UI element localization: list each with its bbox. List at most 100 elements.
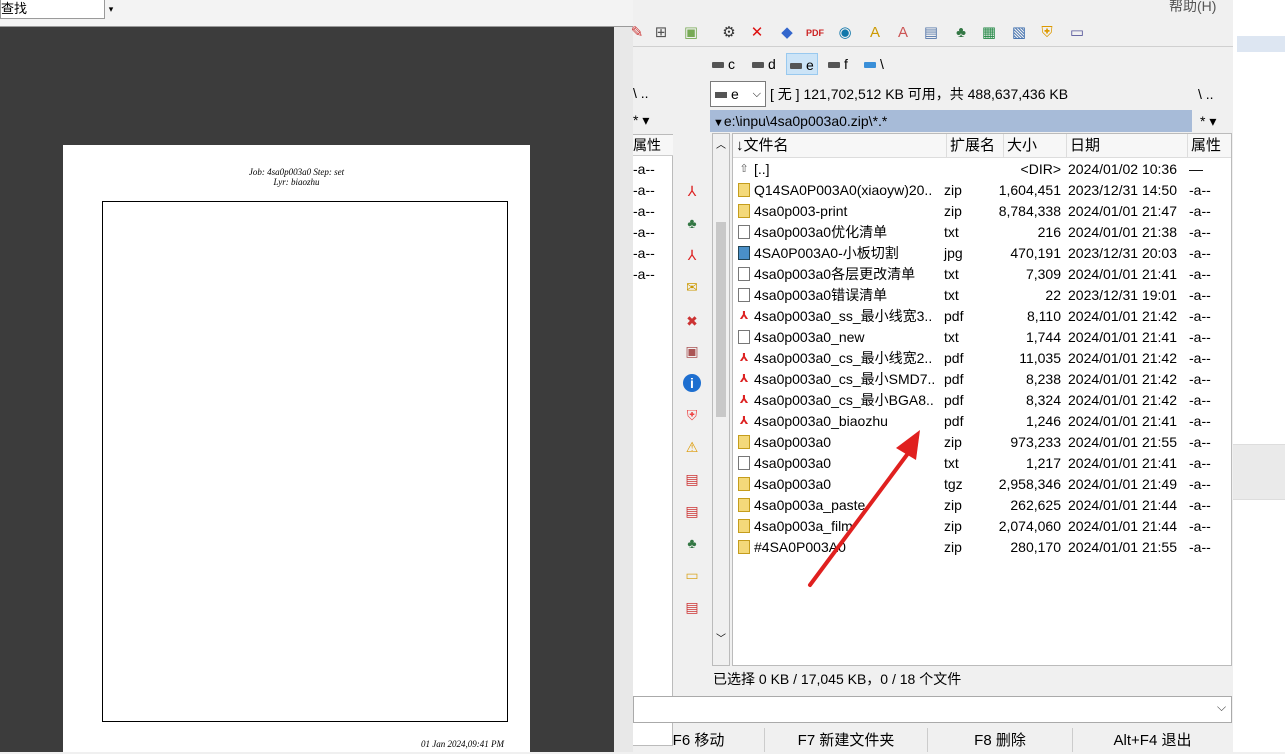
image-icon[interactable]: ✉ bbox=[683, 278, 701, 296]
delete-icon[interactable]: ✖ bbox=[683, 312, 701, 330]
print-icon[interactable]: ▤ bbox=[921, 23, 941, 43]
table-row[interactable]: 4sa0p003-print zip 8,784,338 2024/01/01 21:… bbox=[733, 201, 1231, 222]
list-item[interactable]: -a-- bbox=[633, 159, 673, 180]
file-size: 470,191 bbox=[1010, 245, 1061, 261]
column-header-ext[interactable]: 扩展名 bbox=[947, 134, 1004, 158]
table-row[interactable]: 4SA0P003A0-小板切割 jpg 470,191 2023/12/31 20:0… bbox=[733, 243, 1231, 264]
table-row[interactable]: ⅄ 4sa0p003a0_cs_最小BGA8.. pdf 8,324 2024/01/0… bbox=[733, 390, 1231, 411]
file-size: 2,958,346 bbox=[998, 476, 1061, 492]
list-item[interactable]: -a-- bbox=[633, 243, 673, 264]
find-input[interactable]: 查找 bbox=[0, 0, 105, 19]
drive-button-d[interactable]: d bbox=[749, 53, 779, 75]
file-ext: txt bbox=[944, 455, 959, 471]
root-parent-nav[interactable]: \ .. bbox=[1198, 81, 1214, 107]
alt-f4-exit-button[interactable]: Alt+F4 退出 bbox=[1073, 728, 1232, 752]
file-date: 2023/12/31 14:50 bbox=[1068, 182, 1177, 198]
text-icon[interactable]: A bbox=[893, 23, 913, 43]
shield-icon[interactable]: ⛨ bbox=[1037, 23, 1057, 43]
list-item[interactable]: -a-- bbox=[633, 264, 673, 285]
list-item[interactable]: -a-- bbox=[633, 201, 673, 222]
drive-button-e[interactable]: e bbox=[786, 53, 818, 75]
edit-icon[interactable]: ✎ bbox=[627, 23, 647, 43]
table-row[interactable]: ⅄ 4sa0p003a0_cs_最小线宽2.. pdf 11,035 2024/01/0… bbox=[733, 348, 1231, 369]
f7-new-folder-button[interactable]: F7 新建文件夹 bbox=[765, 728, 928, 752]
page-header-layer: Lyr: biaozhu bbox=[273, 177, 320, 187]
table-row[interactable]: ⅄ 4sa0p003a0_cs_最小SMD7.. pdf 8,238 2024/01/0… bbox=[733, 369, 1231, 390]
drive-button-c[interactable]: c bbox=[709, 53, 738, 75]
viewer-scrollbar[interactable] bbox=[614, 27, 633, 752]
column-header-attr[interactable]: 属性 bbox=[633, 135, 673, 156]
window-icon[interactable]: ▭ bbox=[1067, 23, 1087, 43]
menu-help[interactable]: 帮助(H) bbox=[1169, 0, 1216, 16]
network-icon[interactable]: ♣ bbox=[951, 23, 971, 43]
pdf-icon[interactable]: ⅄ bbox=[683, 246, 701, 264]
arrow-shaft bbox=[808, 446, 914, 587]
table-row[interactable]: 4sa0p003a0各层更改清单 txt 7,309 2024/01/01 21:41… bbox=[733, 264, 1231, 285]
file-ext: zip bbox=[944, 497, 962, 513]
browser-icon[interactable]: ◉ bbox=[835, 23, 855, 43]
scroll-up-icon[interactable]: ︿ bbox=[716, 136, 726, 151]
tree-icon[interactable]: ⊞ bbox=[651, 23, 671, 43]
current-path-bar[interactable]: ▼e:\inpu\4sa0p003a0.zip\*.* bbox=[710, 110, 1192, 132]
left-panel-list[interactable]: 属性 -a-- -a-- -a-- -a-- -a-- -a-- bbox=[633, 134, 673, 746]
pdf-icon[interactable]: PDF bbox=[805, 23, 825, 43]
font-icon[interactable]: A bbox=[865, 23, 885, 43]
background-window-edge bbox=[1233, 0, 1285, 752]
close-icon[interactable]: ✕ bbox=[747, 23, 767, 43]
word-icon[interactable]: ▧ bbox=[1009, 23, 1029, 43]
find-dropdown-icon[interactable]: ▾ bbox=[105, 0, 117, 19]
folder-icon[interactable]: ▭ bbox=[683, 566, 701, 584]
shield-icon[interactable]: ⛨ bbox=[683, 406, 701, 424]
drive-button-f[interactable]: f bbox=[825, 53, 851, 75]
scrollbar-thumb[interactable] bbox=[716, 222, 726, 417]
excel-icon[interactable]: ▦ bbox=[979, 23, 999, 43]
warning-icon[interactable]: ⚠ bbox=[683, 438, 701, 456]
file-attr: -a-- bbox=[1189, 308, 1211, 324]
table-row[interactable]: 4sa0p003a0优化清单 txt 216 2024/01/01 21:38 -a-- bbox=[733, 222, 1231, 243]
txt-file-icon bbox=[738, 267, 750, 281]
file-filter-button[interactable]: * ▾ bbox=[1200, 110, 1216, 132]
table-row[interactable]: ⇧ [..] <DIR> 2024/01/02 10:36 — bbox=[733, 159, 1231, 180]
vertical-scrollbar[interactable]: ︿ ﹀ bbox=[712, 133, 730, 666]
pack-icon[interactable]: ▣ bbox=[681, 23, 701, 43]
picture-icon[interactable]: ▣ bbox=[683, 342, 701, 360]
list-item[interactable]: -a-- bbox=[633, 222, 673, 243]
table-row[interactable]: Q14SA0P003A0(xiaoyw)20.. zip 1,604,451 2023… bbox=[733, 180, 1231, 201]
chevron-down-icon[interactable]: ⌵ bbox=[1217, 700, 1226, 715]
command-line-input[interactable]: ⌵ bbox=[633, 696, 1232, 723]
network-icon[interactable]: ♣ bbox=[683, 534, 701, 552]
file-size: 8,238 bbox=[1025, 371, 1061, 387]
info-icon[interactable]: i bbox=[683, 374, 701, 392]
document-icon[interactable]: ▤ bbox=[683, 502, 701, 520]
file-date: 2024/01/01 21:41 bbox=[1068, 329, 1177, 345]
left-panel-path[interactable]: \ .. bbox=[633, 85, 673, 101]
list-item[interactable]: -a-- bbox=[633, 180, 673, 201]
column-header-attr[interactable]: 属性 bbox=[1188, 134, 1231, 158]
column-headers: ↓文件名 扩展名 大小 日期 属性 bbox=[733, 134, 1231, 158]
f6-move-button[interactable]: F6 移动 bbox=[633, 728, 765, 752]
file-date: 2024/01/01 21:44 bbox=[1068, 497, 1177, 513]
file-size: 22 bbox=[1045, 287, 1061, 303]
file-attr: -a-- bbox=[1189, 329, 1211, 345]
column-header-date[interactable]: 日期 bbox=[1067, 134, 1188, 158]
cube-icon[interactable]: ◆ bbox=[777, 23, 797, 43]
settings-icon[interactable]: ⚙ bbox=[719, 23, 739, 43]
txt-file-icon bbox=[738, 330, 750, 344]
document-icon[interactable]: ▤ bbox=[683, 598, 701, 616]
drive-button-network[interactable]: \ bbox=[861, 53, 887, 75]
pdf-icon[interactable]: ⅄ bbox=[683, 182, 701, 200]
f8-delete-button[interactable]: F8 删除 bbox=[928, 728, 1073, 752]
file-name: 4sa0p003a0_new bbox=[754, 329, 865, 345]
history-dropdown-icon[interactable]: ▼ bbox=[713, 117, 724, 129]
table-row[interactable]: ⅄ 4sa0p003a0_ss_最小线宽3.. pdf 8,110 2024/01/01… bbox=[733, 306, 1231, 327]
left-panel-filter[interactable]: * ▾ bbox=[633, 112, 673, 129]
column-header-name[interactable]: ↓文件名 bbox=[733, 134, 947, 158]
scroll-down-icon[interactable]: ﹀ bbox=[716, 630, 726, 645]
table-row[interactable]: 4sa0p003a0错误清单 txt 22 2023/12/31 19:01 -a-- bbox=[733, 285, 1231, 306]
column-header-size[interactable]: 大小 bbox=[1004, 134, 1067, 158]
network-icon[interactable]: ♣ bbox=[683, 214, 701, 232]
drive-select[interactable]: e ⌵ bbox=[710, 81, 766, 107]
document-icon[interactable]: ▤ bbox=[683, 470, 701, 488]
table-row[interactable]: 4sa0p003a0_new txt 1,744 2024/01/01 21:41 -a… bbox=[733, 327, 1231, 348]
file-attr: -a-- bbox=[1189, 392, 1211, 408]
